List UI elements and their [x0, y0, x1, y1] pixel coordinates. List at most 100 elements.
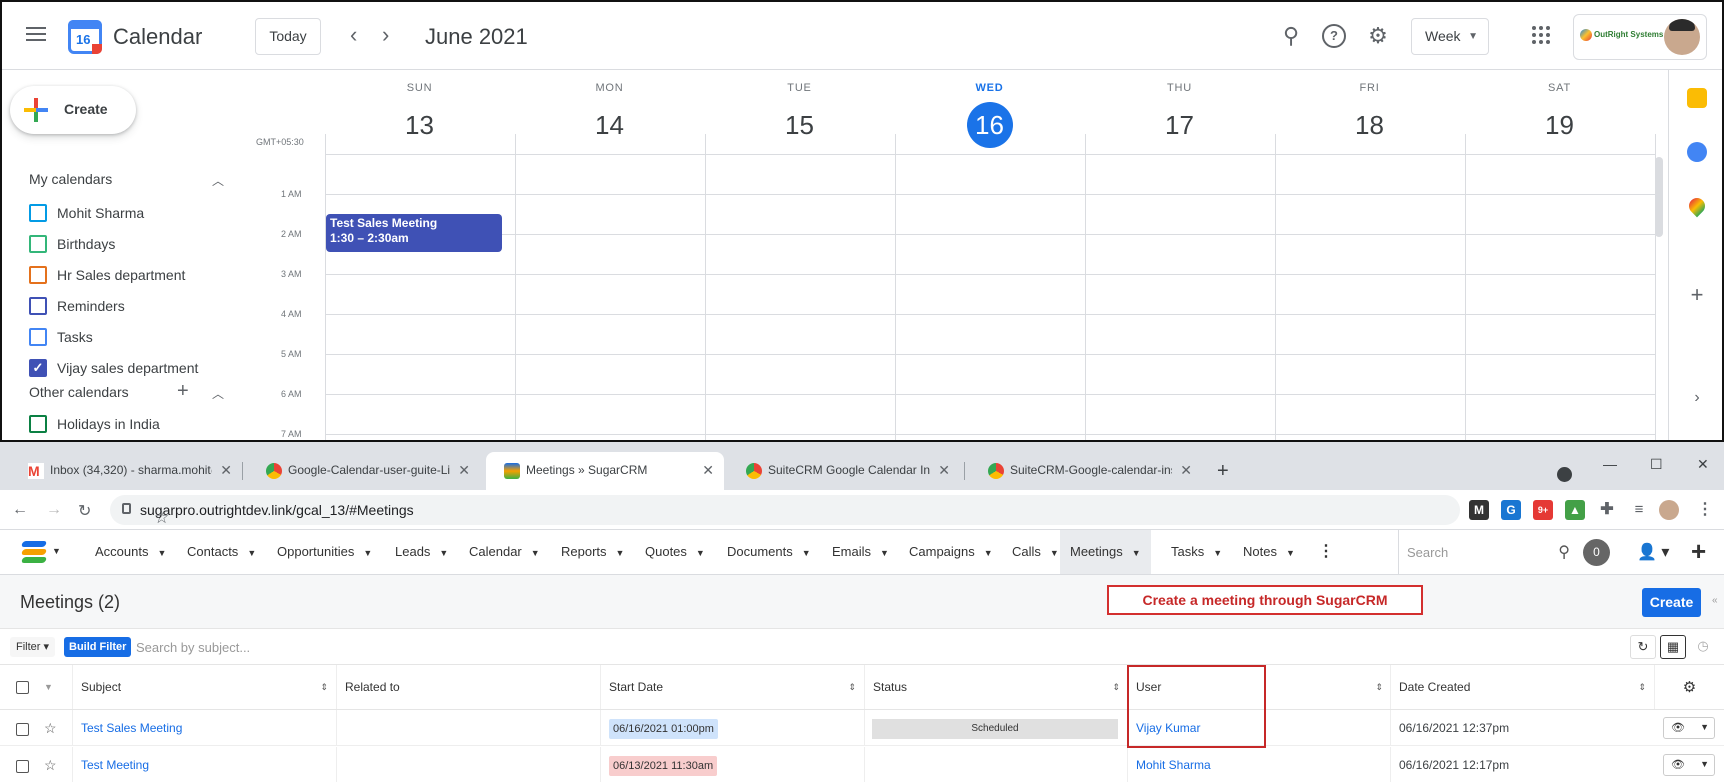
preview-eye-icon[interactable]: 👁 — [1671, 721, 1685, 734]
checkbox[interactable] — [29, 328, 47, 346]
today-button[interactable]: Today — [255, 18, 321, 55]
subject-link[interactable]: Test Sales Meeting — [81, 721, 182, 735]
sort-icon[interactable]: ⇕ — [320, 665, 328, 710]
list-view-icon[interactable]: ▦ — [1660, 635, 1686, 659]
favorite-star-icon[interactable]: ☆ — [44, 747, 57, 782]
nav-item-notes[interactable]: Notes ▼ — [1243, 530, 1295, 574]
drive-ext-icon[interactable]: ▲ — [1565, 500, 1585, 520]
chevron-down-icon[interactable]: ▼ — [1213, 548, 1222, 558]
chevron-down-icon[interactable]: ▼ — [439, 548, 448, 558]
sort-icon[interactable]: ⇕ — [1375, 665, 1383, 710]
new-tab-plus-icon[interactable]: + — [1217, 460, 1229, 483]
add-calendar-plus-icon[interactable]: + — [177, 380, 189, 403]
chevron-down-icon[interactable]: ▼ — [1286, 548, 1295, 558]
url-field[interactable]: sugarpro.outrightdev.link/gcal_13/#Meeti… — [110, 495, 1460, 527]
account-switcher[interactable]: OutRight Systems — [1573, 14, 1707, 60]
select-all-checkbox[interactable] — [16, 681, 29, 694]
browser-tab[interactable]: Google-Calendar-user-guite-Lite ✕ — [248, 452, 480, 490]
translate-ext-icon[interactable]: G — [1501, 500, 1521, 520]
view-selector[interactable]: Week ▼ — [1411, 18, 1489, 55]
close-window-icon[interactable]: ✕ — [1697, 456, 1709, 473]
row-checkbox[interactable] — [16, 723, 29, 736]
column-header[interactable]: Status ⇕ — [864, 665, 1128, 709]
browser-tab[interactable]: M Inbox (34,320) - sharma.mohit@… ✕ — [10, 452, 242, 490]
nav-item-calendar[interactable]: Calendar ▼ — [469, 530, 540, 574]
table-row[interactable]: ☆ Test Sales Meeting 06/16/2021 01:00pm Sch… — [0, 710, 1724, 746]
help-icon[interactable]: ? — [1322, 24, 1346, 48]
close-tab-icon[interactable]: ✕ — [938, 462, 950, 479]
tab-search-icon[interactable] — [1557, 467, 1572, 482]
previous-week-chevron-icon[interactable]: ‹ — [350, 24, 357, 46]
nav-item-contacts[interactable]: Contacts ▼ — [187, 530, 256, 574]
logo-chevron-down-icon[interactable]: ▼ — [52, 546, 61, 556]
close-tab-icon[interactable]: ✕ — [458, 462, 470, 479]
chevron-down-icon[interactable]: ▼ — [157, 548, 166, 558]
build-filter-button[interactable]: Build Filter — [64, 637, 132, 657]
nav-item-accounts[interactable]: Accounts ▼ — [95, 530, 166, 574]
chevron-down-icon[interactable]: ▼ — [696, 548, 705, 558]
cell-user[interactable]: Mohit Sharma — [1127, 747, 1391, 782]
chevron-down-icon[interactable]: ▼ — [247, 548, 256, 558]
nav-item-opportunities[interactable]: Opportunities ▼ — [277, 530, 372, 574]
close-tab-icon[interactable]: ✕ — [220, 462, 232, 479]
forward-arrow-icon[interactable]: → — [46, 501, 62, 519]
profile-avatar-icon[interactable] — [1659, 500, 1679, 520]
sort-icon[interactable]: ⇕ — [1638, 665, 1646, 710]
gmail-ext-icon[interactable]: M — [1469, 500, 1489, 520]
user-menu-icon[interactable]: 👤 ▾ — [1637, 542, 1669, 562]
row-actions-chevron-icon[interactable]: ▼ — [1700, 759, 1709, 769]
select-all-chevron-icon[interactable]: ▼ — [44, 665, 53, 710]
nav-item-campaigns[interactable]: Campaigns ▼ — [909, 530, 993, 574]
notification-count[interactable]: 0 — [1583, 539, 1610, 566]
checked-checkbox[interactable]: ✓ — [29, 359, 47, 377]
cell-subject[interactable]: Test Sales Meeting — [72, 710, 336, 745]
back-arrow-icon[interactable]: ← — [12, 501, 28, 519]
sort-icon[interactable]: ⇕ — [1112, 665, 1120, 710]
collapse-chevron-icon[interactable]: ︿ — [212, 172, 224, 189]
show-side-panel-chevron-icon[interactable]: › — [1687, 388, 1707, 408]
column-header[interactable]: User ⇕ — [1127, 665, 1391, 709]
nav-item-tasks[interactable]: Tasks ▼ — [1171, 530, 1222, 574]
search-icon[interactable]: ⚲ — [1558, 542, 1570, 562]
subject-link[interactable]: Test Meeting — [81, 758, 149, 772]
chevron-down-icon[interactable]: ▼ — [984, 548, 993, 558]
close-tab-icon[interactable]: ✕ — [702, 462, 714, 479]
cell-user[interactable]: Vijay Kumar — [1127, 710, 1391, 745]
column-header[interactable]: Subject ⇕ — [72, 665, 336, 709]
week-grid[interactable] — [325, 134, 1656, 440]
activity-stream-icon[interactable]: ◷ — [1690, 635, 1716, 659]
chevron-down-icon[interactable]: ▼ — [1050, 548, 1059, 558]
next-week-chevron-icon[interactable]: › — [382, 24, 389, 46]
create-event-button[interactable]: Create — [10, 86, 136, 134]
column-header[interactable]: Start Date ⇕ — [600, 665, 864, 709]
main-menu-icon[interactable] — [24, 24, 48, 44]
sugarcrm-logo-icon[interactable] — [20, 541, 48, 563]
checkbox[interactable] — [29, 415, 47, 433]
search-by-subject-input[interactable]: Search by subject... — [136, 640, 250, 655]
global-search[interactable]: Search ⚲ — [1398, 530, 1580, 574]
tasks-icon[interactable] — [1687, 142, 1707, 162]
nav-item-emails[interactable]: Emails ▼ — [832, 530, 889, 574]
checkbox[interactable] — [29, 266, 47, 284]
nav-item-meetings[interactable]: Meetings ▼ — [1060, 530, 1151, 574]
maximize-icon[interactable]: ☐ — [1650, 456, 1663, 473]
user-link[interactable]: Vijay Kumar — [1136, 721, 1200, 735]
close-tab-icon[interactable]: ✕ — [1180, 462, 1192, 479]
my-calendars-heading[interactable]: My calendars — [29, 171, 112, 187]
collapse-sidebar-icon[interactable]: « — [1712, 595, 1718, 606]
column-header[interactable]: Related to — [336, 665, 600, 709]
more-modules-icon[interactable]: ⋮ — [1318, 541, 1334, 561]
chevron-down-icon[interactable]: ▼ — [531, 548, 540, 558]
google-apps-icon[interactable] — [1532, 26, 1550, 44]
minimize-icon[interactable]: — — [1603, 456, 1617, 472]
search-icon[interactable]: ⚲ — [1279, 24, 1303, 48]
row-actions[interactable]: 👁 ▼ — [1663, 717, 1715, 739]
settings-gear-icon[interactable]: ⚙ — [1366, 24, 1390, 48]
nav-item-calls[interactable]: Calls ▼ — [1012, 530, 1059, 574]
table-row[interactable]: ☆ Test Meeting 06/13/2021 11:30am Mohit Sha… — [0, 747, 1724, 782]
user-link[interactable]: Mohit Sharma — [1136, 758, 1211, 772]
filter-dropdown[interactable]: Filter ▾ — [10, 637, 56, 657]
nav-item-leads[interactable]: Leads ▼ — [395, 530, 448, 574]
tab-active[interactable]: Meetings » SugarCRM ✕ — [486, 452, 724, 490]
scrollbar[interactable] — [1655, 157, 1663, 237]
